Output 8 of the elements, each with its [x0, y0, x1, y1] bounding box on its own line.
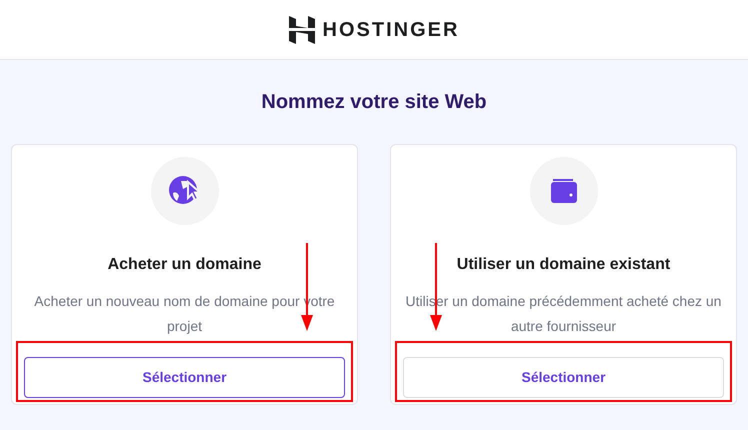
- select-button[interactable]: Sélectionner: [24, 357, 345, 398]
- brand-name: HOSTINGER: [322, 18, 460, 42]
- option-title: Utiliser un domaine existant: [456, 255, 670, 275]
- wallet-icon: [548, 177, 578, 205]
- select-button[interactable]: Sélectionner: [403, 357, 724, 398]
- logo-icon: [288, 16, 315, 44]
- option-title: Acheter un domaine: [108, 255, 262, 275]
- page-title: Nommez votre site Web: [260, 90, 488, 115]
